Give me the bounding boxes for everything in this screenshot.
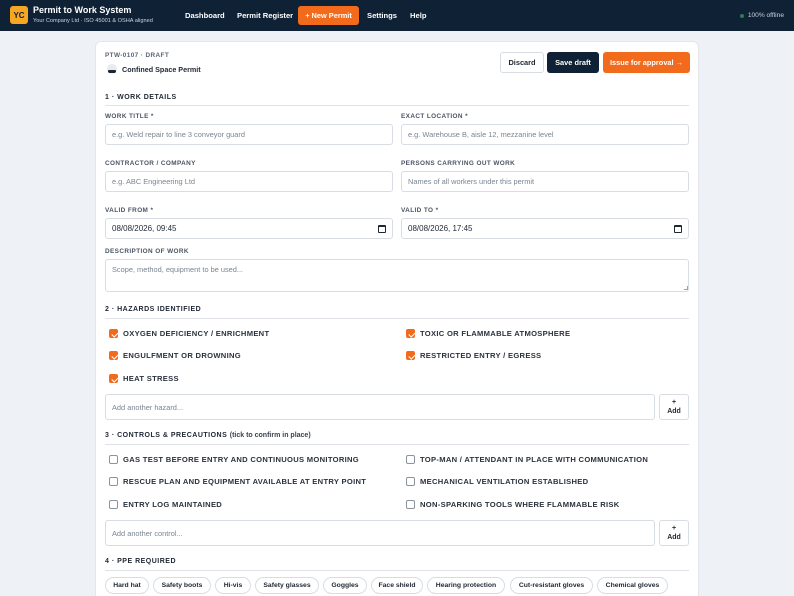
hazard-item[interactable]: TOXIC OR FLAMMABLE ATMOSPHERE (406, 329, 570, 338)
nav-help[interactable]: Help (410, 0, 426, 31)
add-control-input[interactable] (105, 520, 655, 546)
plus-icon: + (671, 525, 677, 532)
section-divider (105, 570, 689, 571)
ppe-chip-hi-vis[interactable]: Hi-vis (215, 577, 251, 594)
offline-status: 100% offline (739, 0, 784, 31)
section-ppe-title: 4 · PPE REQUIRED (105, 558, 177, 565)
checkbox-checked[interactable] (109, 351, 118, 360)
section-work-details-title: 1 · WORK DETAILS (105, 94, 177, 101)
offline-status-label: 100% offline (747, 12, 784, 19)
checkbox-unchecked[interactable] (406, 500, 415, 509)
work-title-label: WORK TITLE * (105, 113, 154, 120)
valid-from-input[interactable]: 08/08/2026, 09:45 (105, 218, 393, 239)
ppe-chip-cut-resistant-gloves[interactable]: Cut-resistant gloves (510, 577, 593, 594)
control-item[interactable]: TOP-MAN / ATTENDANT IN PLACE WITH COMMUN… (406, 455, 648, 464)
valid-to-value: 08/08/2026, 17:45 (408, 224, 473, 233)
work-title-input[interactable] (105, 124, 393, 145)
ppe-chip-chemical-gloves[interactable]: Chemical gloves (597, 577, 668, 594)
add-button-label: Add (667, 534, 681, 541)
section-controls-title: 3 · CONTROLS & PRECAUTIONS (tick to conf… (105, 432, 311, 439)
checkbox-checked[interactable] (109, 329, 118, 338)
valid-from-label: VALID FROM * (105, 207, 154, 214)
calendar-icon[interactable] (674, 224, 682, 233)
control-item[interactable]: RESCUE PLAN AND EQUIPMENT AVAILABLE AT E… (109, 477, 366, 486)
add-control-button[interactable]: + Add (659, 520, 689, 546)
contractor-input[interactable] (105, 171, 393, 192)
new-permit-button[interactable]: + New Permit (298, 6, 359, 25)
description-label: DESCRIPTION OF WORK (105, 248, 189, 255)
checkbox-checked[interactable] (109, 374, 118, 383)
controls-hint: (tick to confirm in place) (229, 432, 311, 439)
hazard-item[interactable]: ENGULFMENT OR DROWNING (109, 351, 241, 360)
checkbox-unchecked[interactable] (406, 477, 415, 486)
add-button-label: Add (667, 408, 681, 415)
nav-dashboard[interactable]: Dashboard (185, 0, 225, 31)
company-logo: YC (10, 6, 28, 24)
permit-id: PTW-0107 · DRAFT (105, 52, 170, 59)
section-divider (105, 444, 689, 445)
ppe-chip-face-shield[interactable]: Face shield (371, 577, 423, 594)
contractor-label: CONTRACTOR / COMPANY (105, 160, 196, 167)
valid-from-value: 08/08/2026, 09:45 (112, 224, 177, 233)
top-bar: YC Permit to Work System Your Company Lt… (0, 0, 794, 31)
checkbox-unchecked[interactable] (109, 477, 118, 486)
permit-type: Confined Space Permit (122, 65, 201, 74)
add-hazard-button[interactable]: + Add (659, 394, 689, 420)
resize-handle-icon[interactable] (684, 286, 688, 290)
issue-for-approval-button[interactable]: Issue for approval → (603, 52, 690, 73)
hazard-item[interactable]: HEAT STRESS (109, 374, 179, 383)
control-item[interactable]: GAS TEST BEFORE ENTRY AND CONTINUOUS MON… (109, 455, 359, 464)
hazard-item[interactable]: RESTRICTED ENTRY / EGRESS (406, 351, 541, 360)
discard-button[interactable]: Discard (500, 52, 544, 73)
status-dot-icon (739, 13, 744, 18)
description-textarea[interactable] (105, 259, 689, 292)
control-item[interactable]: ENTRY LOG MAINTAINED (109, 500, 222, 509)
control-item[interactable]: MECHANICAL VENTILATION ESTABLISHED (406, 477, 588, 486)
confined-space-icon (107, 64, 117, 74)
checkbox-checked[interactable] (406, 351, 415, 360)
checkbox-unchecked[interactable] (406, 455, 415, 464)
valid-to-input[interactable]: 08/08/2026, 17:45 (401, 218, 689, 239)
nav-permit-register[interactable]: Permit Register (237, 0, 293, 31)
ppe-chip-safety-boots[interactable]: Safety boots (153, 577, 211, 594)
hazard-item[interactable]: OXYGEN DEFICIENCY / ENRICHMENT (109, 329, 269, 338)
save-draft-button[interactable]: Save draft (547, 52, 599, 73)
persons-input[interactable] (401, 171, 689, 192)
location-input[interactable] (401, 124, 689, 145)
plus-icon: + (671, 399, 677, 406)
persons-label: PERSONS CARRYING OUT WORK (401, 160, 516, 167)
valid-to-label: VALID TO * (401, 207, 439, 214)
location-label: EXACT LOCATION * (401, 113, 468, 120)
add-hazard-input[interactable] (105, 394, 655, 420)
ppe-chip-safety-glasses[interactable]: Safety glasses (255, 577, 319, 594)
ppe-chip-hearing-protection[interactable]: Hearing protection (427, 577, 505, 594)
app-subtitle: Your Company Ltd · ISO 45001 & OSHA alig… (33, 18, 153, 24)
section-hazards-title: 2 · HAZARDS IDENTIFIED (105, 306, 202, 313)
checkbox-checked[interactable] (406, 329, 415, 338)
app-title: Permit to Work System (33, 5, 132, 15)
permit-form-card: PTW-0107 · DRAFT Confined Space Permit D… (96, 42, 698, 596)
control-item[interactable]: NON-SPARKING TOOLS WHERE FLAMMABLE RISK (406, 500, 620, 509)
section-divider (105, 318, 689, 319)
ppe-chip-hard-hat[interactable]: Hard hat (105, 577, 149, 594)
checkbox-unchecked[interactable] (109, 500, 118, 509)
ppe-chip-goggles[interactable]: Goggles (323, 577, 367, 594)
section-divider (105, 105, 689, 106)
checkbox-unchecked[interactable] (109, 455, 118, 464)
nav-settings[interactable]: Settings (367, 0, 397, 31)
calendar-icon[interactable] (378, 224, 386, 233)
